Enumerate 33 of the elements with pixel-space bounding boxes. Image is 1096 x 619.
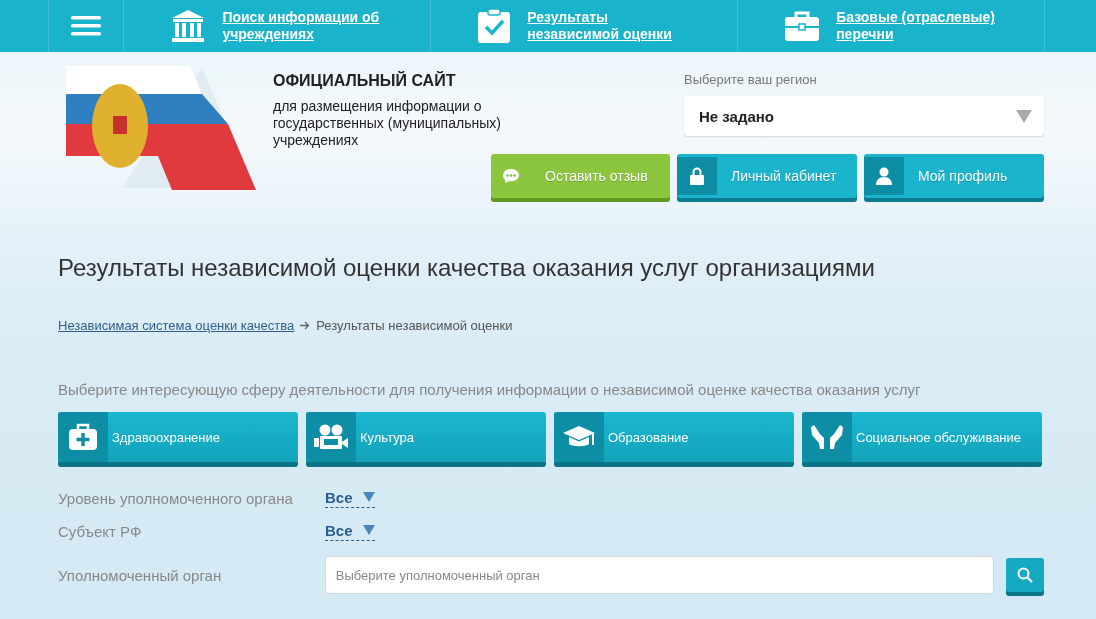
region-label: Выберите ваш регион xyxy=(684,72,818,87)
section-prompt: Выберите интересующую сферу деятельности для получения информации о независимой оценке качества оказания услуг xyxy=(58,381,922,398)
briefcase-icon xyxy=(784,10,821,42)
lock-icon xyxy=(690,167,704,185)
menu-icon xyxy=(71,16,102,36)
region-select[interactable]: Не задано xyxy=(684,96,1044,136)
site-subtitle: для размещения информации о государственных (муниципальных) учреждениях xyxy=(273,98,502,149)
nav-link[interactable]: Результаты независимой оценки xyxy=(527,9,698,43)
authority-input-field[interactable]: Выберите уполномоченный орган xyxy=(324,556,995,594)
filter-label: Субъект РФ xyxy=(58,523,143,540)
page-title: Результаты независимой оценки качества оказания услуг организациями xyxy=(58,254,876,282)
dropdown-arrow-icon xyxy=(362,525,375,535)
filter-dropdown[interactable]: Все xyxy=(325,522,375,541)
field-label: Уполномоченный орган xyxy=(58,566,223,584)
dropdown-arrow-icon xyxy=(362,492,375,502)
open-hands-icon xyxy=(810,424,844,450)
institution-icon xyxy=(170,9,207,43)
dropdown-arrow-icon xyxy=(1016,109,1032,123)
nav-link[interactable]: Базовые (отраслевые) перечни xyxy=(836,9,1007,43)
breadcrumb-current: Результаты независимой оценки xyxy=(316,318,513,333)
film-camera-icon xyxy=(314,424,348,450)
nav-link[interactable]: Поиск информации об учреждениях xyxy=(222,9,393,43)
clipboard-check-icon xyxy=(477,8,512,44)
person-icon xyxy=(876,167,892,185)
filter-dropdown[interactable]: Все xyxy=(325,489,375,508)
breadcrumb-link[interactable]: Независимая система оценки качества xyxy=(58,318,295,333)
search-icon xyxy=(1017,567,1033,583)
arrow-right-icon xyxy=(300,321,311,330)
filter-label: Уровень уполномоченного органа xyxy=(58,490,294,507)
graduation-cap-icon xyxy=(562,425,596,449)
speech-bubble-icon xyxy=(502,168,520,184)
medical-kit-icon xyxy=(68,423,98,451)
site-title: ОФИЦИАЛЬНЫЙ САЙТ xyxy=(273,72,457,90)
